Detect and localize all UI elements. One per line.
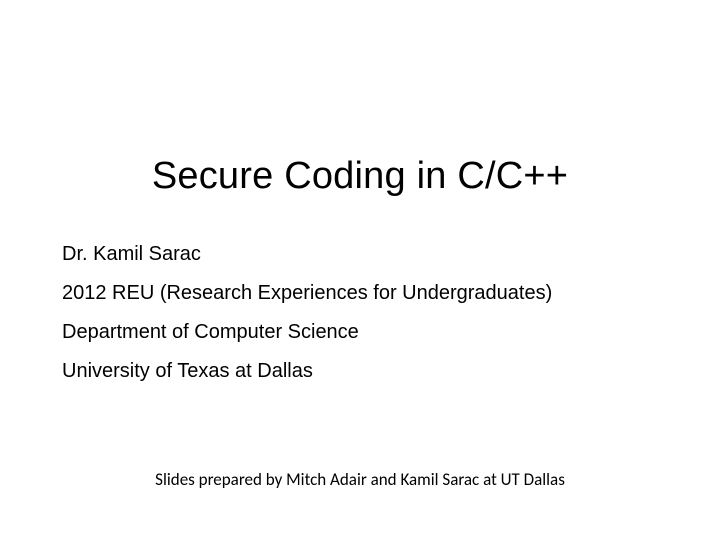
department-line: Department of Computer Science — [62, 314, 658, 351]
slide-footer: Slides prepared by Mitch Adair and Kamil… — [0, 469, 720, 490]
author-line: Dr. Kamil Sarac — [62, 236, 658, 273]
slide-title: Secure Coding in C/C++ — [62, 0, 658, 236]
program-line: 2012 REU (Research Experiences for Under… — [62, 275, 658, 312]
university-line: University of Texas at Dallas — [62, 353, 658, 390]
slide-content: Dr. Kamil Sarac 2012 REU (Research Exper… — [62, 236, 658, 390]
slide-container: Secure Coding in C/C++ Dr. Kamil Sarac 2… — [0, 0, 720, 540]
